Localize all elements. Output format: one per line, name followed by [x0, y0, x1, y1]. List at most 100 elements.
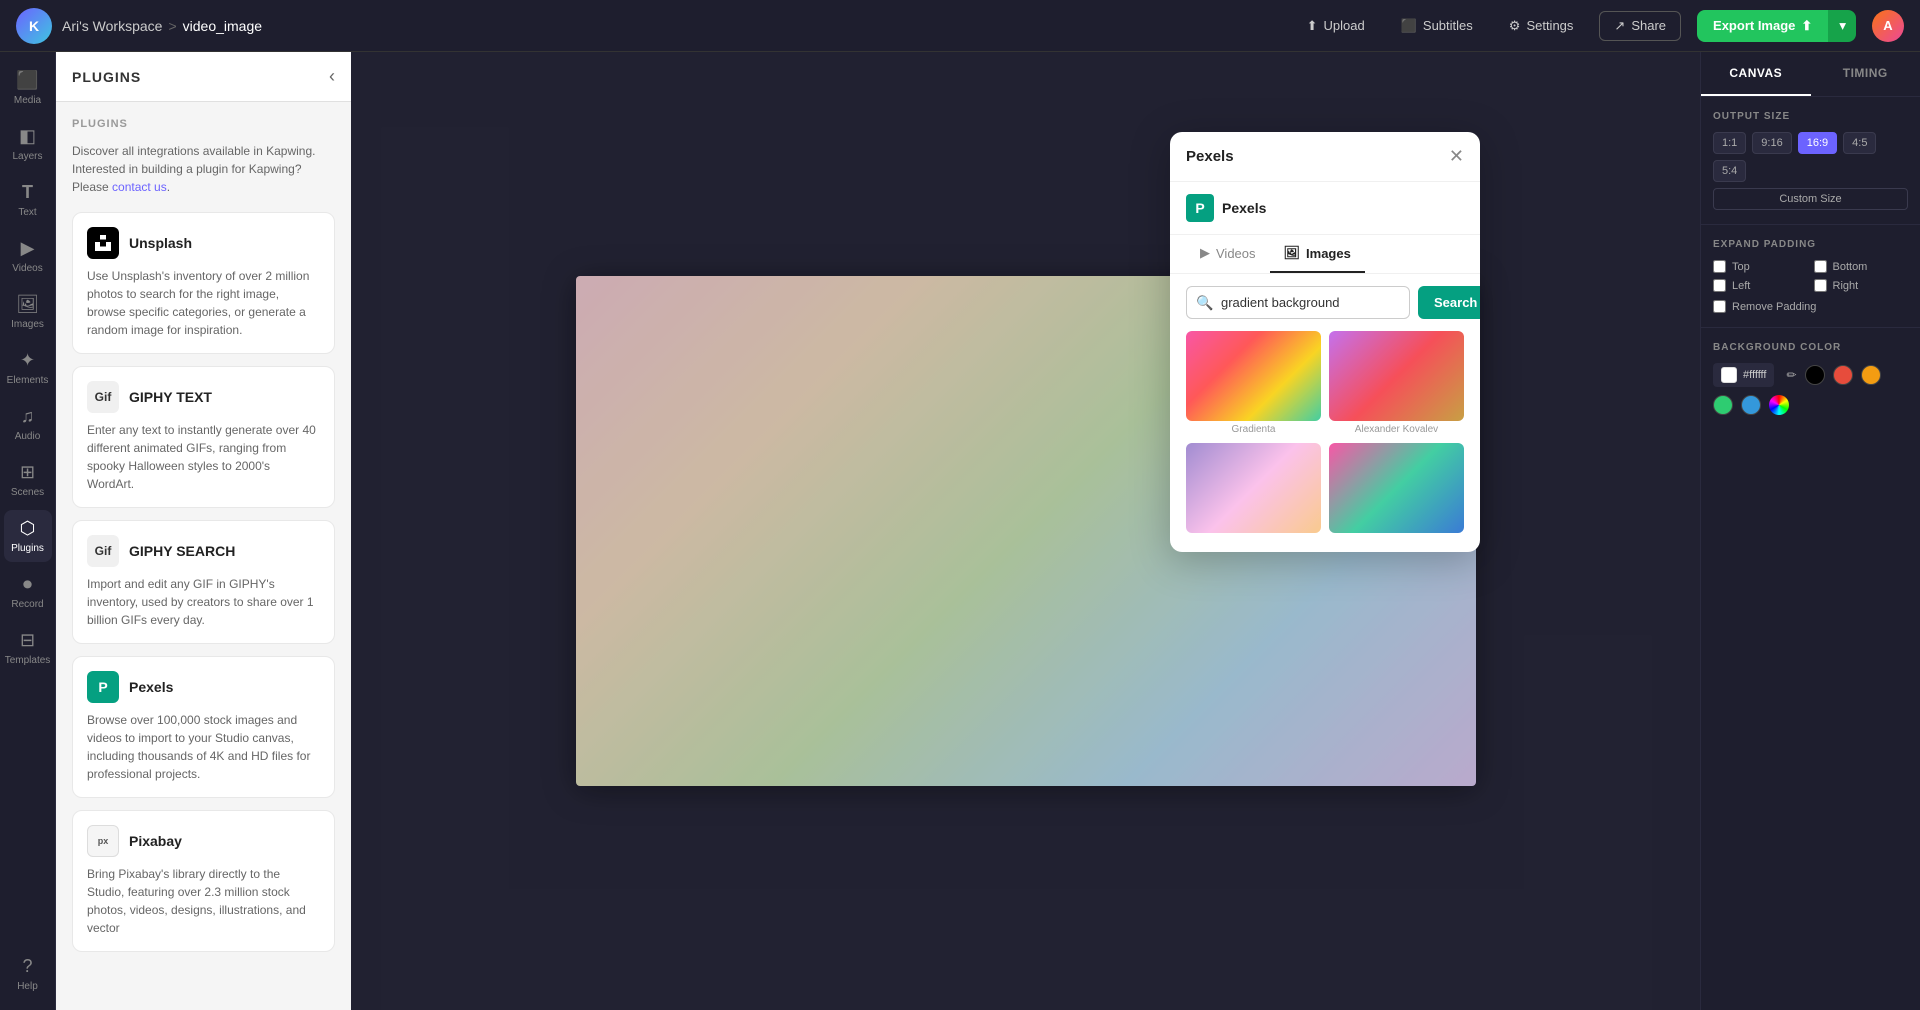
plugin-card-header-giphy-text: Gif GIPHY TEXT: [87, 381, 320, 413]
user-avatar[interactable]: A: [1872, 10, 1904, 42]
sidebar-item-help[interactable]: ? Help: [4, 948, 52, 1000]
main-layout: ⬛ Media ◧ Layers T Text ▶ Videos 🖼 Image…: [0, 52, 1920, 1010]
plugins-intro-text: Discover all integrations available in K…: [72, 142, 335, 196]
color-swatch-red[interactable]: [1833, 365, 1853, 385]
remove-padding-label: Remove Padding: [1732, 301, 1816, 313]
padding-top-checkbox[interactable]: [1713, 260, 1726, 273]
sidebar-item-record[interactable]: ⏺ Record: [4, 566, 52, 618]
settings-button[interactable]: ⚙ Settings: [1499, 12, 1584, 40]
result-image-1[interactable]: [1186, 331, 1321, 421]
result-item-3[interactable]: [1186, 443, 1321, 536]
size-btn-9-16[interactable]: 9:16: [1752, 132, 1791, 154]
color-swatch-rainbow[interactable]: [1769, 395, 1789, 415]
right-panel: CANVAS TIMING OUTPUT SIZE 1:1 9:16 16:9 …: [1700, 52, 1920, 1010]
giphy-search-icon: Gif: [87, 535, 119, 567]
plugin-card-header-giphy-search: Gif GIPHY SEARCH: [87, 535, 320, 567]
topbar-actions: ⬆ Upload ⬛ Subtitles ⚙ Settings ↗ Share …: [1297, 10, 1904, 42]
size-btn-1-1[interactable]: 1:1: [1713, 132, 1746, 154]
remove-padding-button[interactable]: Remove Padding: [1713, 300, 1908, 313]
modal-search-row: 🔍 Search: [1170, 274, 1480, 331]
sidebar-item-plugins[interactable]: ⬡ Plugins: [4, 510, 52, 562]
sidebar-item-label: Record: [11, 599, 43, 610]
color-edit-icon[interactable]: ✏: [1786, 368, 1796, 382]
tab-timing[interactable]: TIMING: [1811, 52, 1920, 96]
export-main-button[interactable]: Export Image ⬆: [1697, 10, 1828, 42]
size-btn-4-5[interactable]: 4:5: [1843, 132, 1876, 154]
expand-padding-section: EXPAND PADDING Top Bottom Left Right: [1701, 225, 1920, 328]
subtitles-button[interactable]: ⬛ Subtitles: [1391, 12, 1483, 40]
color-swatch-blue[interactable]: [1741, 395, 1761, 415]
sidebar-item-templates[interactable]: ⊟ Templates: [4, 622, 52, 674]
padding-top[interactable]: Top: [1713, 260, 1808, 273]
plugin-card-pexels[interactable]: P Pexels Browse over 100,000 stock image…: [72, 656, 335, 798]
export-dropdown-button[interactable]: ▾: [1828, 10, 1856, 42]
plugins-panel-close-button[interactable]: ‹: [329, 66, 335, 87]
result-label-1: Gradienta: [1186, 424, 1321, 435]
padding-right[interactable]: Right: [1814, 279, 1909, 292]
active-color-swatch: [1721, 367, 1737, 383]
modal-tab-videos[interactable]: ▶ Videos: [1186, 235, 1270, 273]
padding-bottom[interactable]: Bottom: [1814, 260, 1909, 273]
search-icon: 🔍: [1196, 294, 1213, 311]
padding-bottom-checkbox[interactable]: [1814, 260, 1827, 273]
giphy-text-icon: Gif: [87, 381, 119, 413]
plugin-card-giphy-search[interactable]: Gif GIPHY SEARCH Import and edit any GIF…: [72, 520, 335, 644]
settings-label: Settings: [1526, 18, 1573, 33]
sidebar-item-images[interactable]: 🖼 Images: [4, 286, 52, 338]
padding-right-checkbox[interactable]: [1814, 279, 1827, 292]
sidebar-item-layers[interactable]: ◧ Layers: [4, 118, 52, 170]
color-hex-display[interactable]: #ffffff: [1713, 363, 1774, 387]
audio-icon: ♫: [21, 406, 35, 427]
plugin-card-pixabay[interactable]: px Pixabay Bring Pixabay's library direc…: [72, 810, 335, 952]
background-color-section: BACKGROUND COLOR #ffffff ✏: [1701, 328, 1920, 429]
upload-button[interactable]: ⬆ Upload: [1297, 12, 1375, 40]
size-btn-16-9[interactable]: 16:9: [1798, 132, 1837, 154]
contact-us-link[interactable]: contact us: [112, 180, 167, 194]
sidebar-item-elements[interactable]: ✦ Elements: [4, 342, 52, 394]
custom-size-button[interactable]: Custom Size: [1713, 188, 1908, 210]
sidebar-item-media[interactable]: ⬛ Media: [4, 62, 52, 114]
size-btn-5-4[interactable]: 5:4: [1713, 160, 1746, 182]
padding-left[interactable]: Left: [1713, 279, 1808, 292]
pexels-search-button[interactable]: Search: [1418, 286, 1480, 319]
color-swatch-black[interactable]: [1805, 365, 1825, 385]
pexels-brand-icon: P: [1186, 194, 1214, 222]
plugin-desc-pixabay: Bring Pixabay's library directly to the …: [87, 865, 320, 937]
result-image-3[interactable]: [1186, 443, 1321, 533]
expand-padding-title: EXPAND PADDING: [1713, 239, 1908, 250]
elements-icon: ✦: [20, 350, 35, 371]
export-label: Export Image: [1713, 18, 1795, 33]
result-item-2[interactable]: Alexander Kovalev: [1329, 331, 1464, 435]
color-row: #ffffff ✏: [1713, 363, 1908, 415]
color-swatch-orange[interactable]: [1861, 365, 1881, 385]
modal-tab-images[interactable]: 🖼 Images: [1270, 235, 1365, 273]
sidebar-item-videos[interactable]: ▶ Videos: [4, 230, 52, 282]
pexels-search-input[interactable]: [1186, 286, 1410, 319]
export-button-group: Export Image ⬆ ▾: [1697, 10, 1856, 42]
pixabay-icon: px: [87, 825, 119, 857]
share-button[interactable]: ↗ Share: [1599, 11, 1681, 41]
project-name[interactable]: video_image: [183, 18, 262, 34]
plugin-desc-unsplash: Use Unsplash's inventory of over 2 milli…: [87, 267, 320, 339]
sidebar-item-label: Elements: [7, 375, 49, 386]
share-icon: ↗: [1614, 18, 1625, 34]
modal-close-button[interactable]: ✕: [1449, 146, 1464, 167]
chevron-down-icon: ▾: [1839, 18, 1846, 33]
result-image-2[interactable]: [1329, 331, 1464, 421]
sidebar-item-text[interactable]: T Text: [4, 174, 52, 226]
padding-left-checkbox[interactable]: [1713, 279, 1726, 292]
sidebar-item-audio[interactable]: ♫ Audio: [4, 398, 52, 450]
plugin-name-unsplash: Unsplash: [129, 235, 192, 251]
plugins-panel-title: PLUGINS: [72, 69, 141, 85]
result-item-4[interactable]: [1329, 443, 1464, 536]
color-swatch-green[interactable]: [1713, 395, 1733, 415]
result-image-4[interactable]: [1329, 443, 1464, 533]
workspace-name[interactable]: Ari's Workspace: [62, 18, 162, 34]
plugin-card-unsplash[interactable]: Unsplash Use Unsplash's inventory of ove…: [72, 212, 335, 354]
plugin-desc-giphy-text: Enter any text to instantly generate ove…: [87, 421, 320, 493]
remove-padding-checkbox[interactable]: [1713, 300, 1726, 313]
result-item-1[interactable]: Gradienta: [1186, 331, 1321, 435]
sidebar-item-scenes[interactable]: ⊞ Scenes: [4, 454, 52, 506]
tab-canvas[interactable]: CANVAS: [1701, 52, 1811, 96]
plugin-card-giphy-text[interactable]: Gif GIPHY TEXT Enter any text to instant…: [72, 366, 335, 508]
